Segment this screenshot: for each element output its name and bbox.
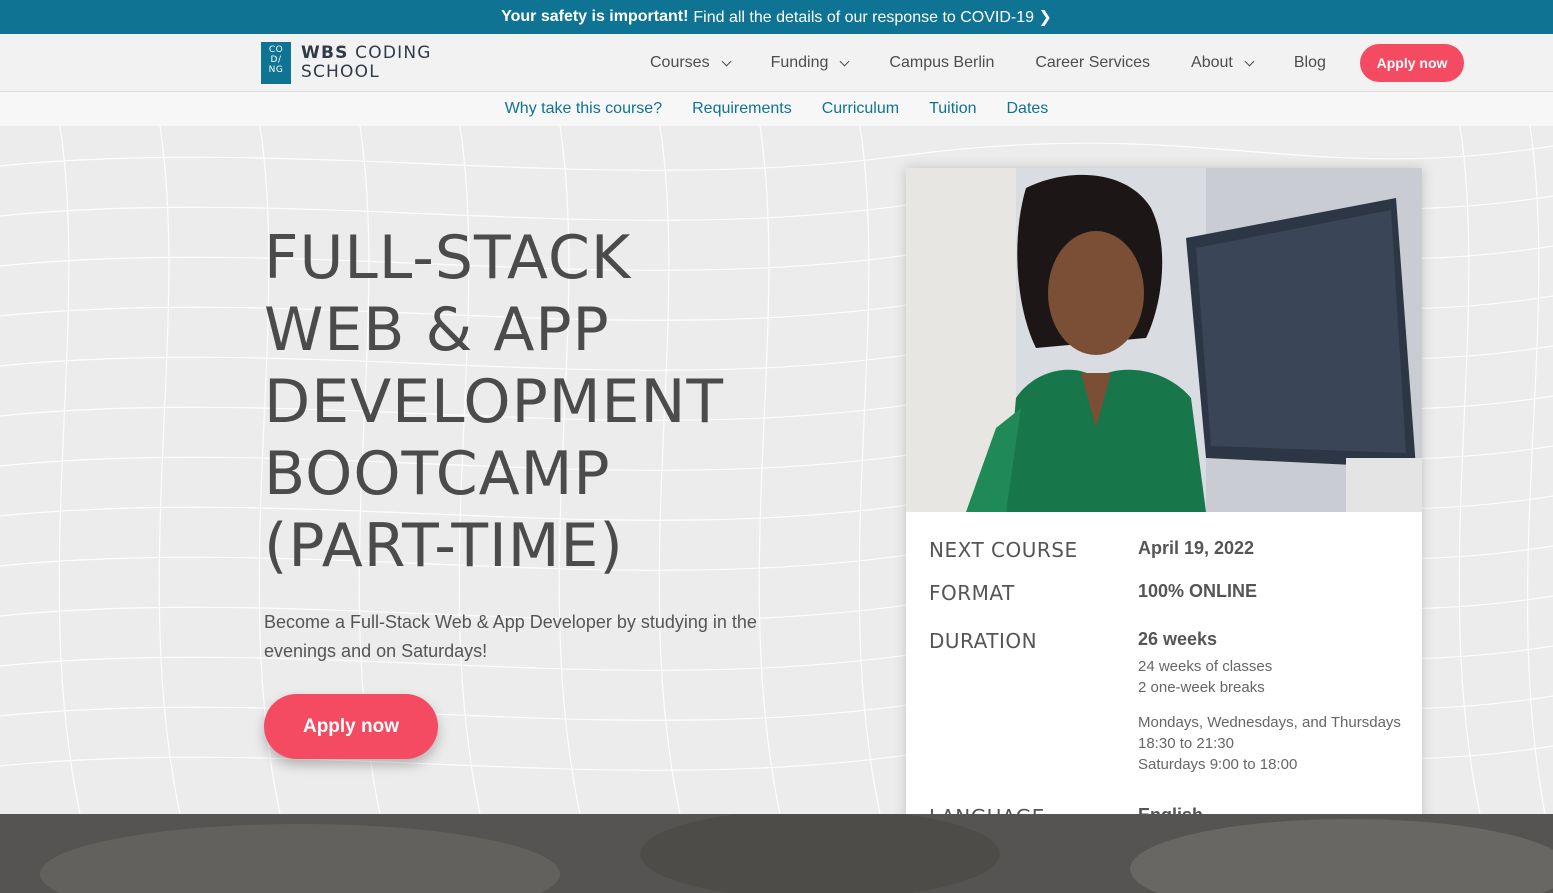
format-value: 100% ONLINE	[1138, 581, 1258, 601]
next-course-value: April 19, 2022	[1138, 538, 1255, 558]
subnav-requirements[interactable]: Requirements	[692, 100, 792, 118]
chevron-down-icon	[721, 56, 732, 66]
duration-detail: 24 weeks of classes 2 one-week breaks	[1138, 658, 1273, 696]
nav-item-campus-berlin[interactable]: Campus Berlin	[889, 54, 994, 72]
course-title: FULL-STACK WEB & APP DEVELOPMENT BOOTCAM…	[264, 223, 724, 581]
subnav-dates[interactable]: Dates	[1007, 100, 1049, 118]
covid-announcement-bar[interactable]: Your safety is important! Find all the d…	[0, 0, 1553, 34]
announcement-link[interactable]: Find all the details of our response to …	[693, 7, 1051, 27]
nav-item-about[interactable]: About	[1191, 54, 1255, 72]
nav-item-courses[interactable]: Courses	[650, 54, 732, 72]
chevron-down-icon	[1244, 56, 1255, 66]
header-apply-button[interactable]: Apply now	[1360, 44, 1464, 82]
student-photo	[906, 168, 1422, 512]
wbs-coding-school-logo[interactable]: CO D/ NG WBS CODING SCHOOL	[261, 42, 432, 84]
nav-item-funding[interactable]: Funding	[771, 54, 850, 72]
logo-wordmark: WBS CODING SCHOOL	[301, 43, 432, 82]
schedule-detail: Mondays, Wednesdays, and Thursdays 18:30…	[1138, 714, 1401, 773]
hero-apply-button[interactable]: Apply now	[264, 694, 438, 759]
course-info-card: NEXT COURSE April 19, 2022 FORMAT 100% O…	[906, 168, 1422, 867]
duration-value: 26 weeks	[1138, 629, 1218, 649]
nav-item-career-services[interactable]: Career Services	[1035, 54, 1150, 72]
duration-label: DURATION	[929, 629, 1038, 653]
nav-item-blog[interactable]: Blog	[1294, 54, 1326, 72]
announcement-strong: Your safety is important!	[501, 8, 689, 25]
main-nav: Courses Funding Campus Berlin Career Ser…	[650, 34, 1367, 92]
next-course-label: NEXT COURSE	[929, 538, 1078, 562]
format-label: FORMAT	[929, 581, 1015, 605]
course-subnav: Why take this course? Requirements Curri…	[0, 92, 1553, 126]
subnav-why[interactable]: Why take this course?	[505, 100, 662, 118]
subnav-tuition[interactable]: Tuition	[929, 100, 976, 118]
site-header: CO D/ NG WBS CODING SCHOOL Courses Fundi…	[0, 34, 1553, 92]
course-subtitle: Become a Full-Stack Web & App Developer …	[264, 612, 757, 661]
logo-mark-icon: CO D/ NG	[261, 42, 291, 84]
next-section-background	[0, 814, 1553, 893]
subnav-curriculum[interactable]: Curriculum	[822, 100, 899, 118]
chevron-down-icon	[839, 56, 850, 66]
